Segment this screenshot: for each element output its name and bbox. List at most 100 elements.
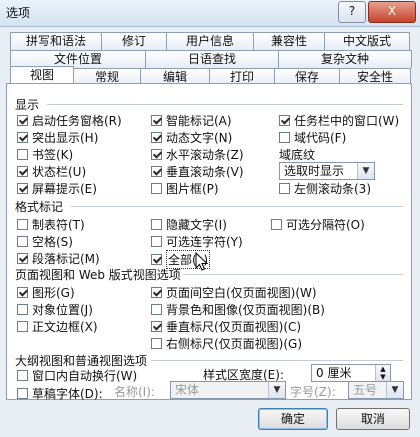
- tab-compatibility[interactable]: 兼容性: [253, 32, 325, 50]
- checkbox-box[interactable]: [17, 370, 28, 381]
- checkbox-box[interactable]: [17, 115, 28, 126]
- checkbox-box[interactable]: [17, 132, 28, 143]
- checkbox-box[interactable]: [151, 115, 162, 126]
- checkbox-box[interactable]: [151, 219, 162, 230]
- status-bar-checkbox[interactable]: 状态栏(U): [17, 163, 86, 180]
- checkbox-box[interactable]: [279, 183, 290, 194]
- dialog-title: 选项: [6, 6, 31, 20]
- startup-task-pane-checkbox[interactable]: 启动任务窗格(R): [17, 112, 122, 129]
- view-options-panel: 显示 启动任务窗格(R) 智能标记(A) 任务栏中的窗口(W) 突出显示(H) …: [6, 83, 412, 402]
- spaces-checkbox[interactable]: 空格(S): [17, 233, 73, 250]
- screen-tips-checkbox[interactable]: 屏幕提示(E): [17, 180, 97, 197]
- optional-hyphens-checkbox[interactable]: 可选连字符(Y): [151, 233, 243, 250]
- print-view-heading: 页面视图和 Web 版式视图选项: [15, 268, 181, 282]
- tab-asian-typography[interactable]: 中文版式: [324, 32, 410, 50]
- cancel-button[interactable]: 取消: [336, 408, 410, 430]
- tab-row-1: 拼写和语法 修订 用户信息 兼容性 中文版式: [10, 32, 410, 50]
- checkbox-box[interactable]: [151, 183, 162, 194]
- chevron-down-icon[interactable]: ▼: [268, 382, 285, 398]
- font-name-select[interactable]: 宋体 ▼: [170, 381, 286, 399]
- checkbox-box[interactable]: [271, 219, 282, 230]
- windows-in-taskbar-checkbox[interactable]: 任务栏中的窗口(W): [279, 112, 399, 129]
- wrap-to-window-checkbox[interactable]: 窗口内自动换行(W): [17, 367, 137, 384]
- field-shading-select[interactable]: 选取时显示 ▼: [279, 162, 375, 180]
- checkbox-box[interactable]: [151, 304, 162, 315]
- outline-view-divider: [151, 360, 403, 361]
- right-ruler-checkbox[interactable]: 右侧标尺(仅页面视图)(G): [151, 335, 302, 352]
- text-boundaries-checkbox[interactable]: 正文边框(X): [17, 318, 98, 335]
- checkbox-box[interactable]: [279, 115, 290, 126]
- font-size-label: 字号(Z):: [290, 385, 336, 399]
- left-scrollbar-checkbox[interactable]: 左侧滚动条(3): [279, 180, 371, 197]
- background-colors-images-checkbox[interactable]: 背景色和图像(仅页面视图)(B): [151, 301, 325, 318]
- chevron-down-icon[interactable]: ▼: [357, 163, 374, 179]
- tab-characters-checkbox[interactable]: 制表符(T): [17, 216, 85, 233]
- optional-breaks-checkbox[interactable]: 可选分隔符(O): [271, 216, 365, 233]
- style-area-width-input[interactable]: 0 厘米 ▲ ▼: [311, 364, 391, 382]
- chevron-down-icon[interactable]: ▼: [386, 382, 403, 398]
- checkbox-box[interactable]: [17, 236, 28, 247]
- checkbox-box[interactable]: [151, 236, 162, 247]
- paragraph-marks-checkbox[interactable]: 段落标记(M): [17, 250, 100, 267]
- vertical-ruler-checkbox[interactable]: 垂直标尺(仅页面视图)(C): [151, 318, 301, 335]
- checkbox-label: 正文边框(X): [32, 320, 98, 334]
- checkbox-label: 图片框(P): [166, 182, 219, 196]
- print-view-divider: [183, 274, 403, 275]
- smart-tags-checkbox[interactable]: 智能标记(A): [151, 112, 232, 129]
- checkbox-label: 任务栏中的窗口(W): [294, 114, 400, 128]
- draft-font-checkbox[interactable]: 草稿字体(D):: [17, 385, 103, 402]
- checkbox-box[interactable]: [17, 321, 28, 332]
- ok-button[interactable]: 确定: [258, 408, 328, 430]
- checkbox-box[interactable]: [17, 149, 28, 160]
- field-codes-checkbox[interactable]: 域代码(F): [279, 129, 346, 146]
- white-space-between-pages-checkbox[interactable]: 页面间空白(仅页面视图)(W): [151, 284, 317, 301]
- checkbox-label: 页面间空白(仅页面视图)(W): [166, 286, 317, 300]
- checkbox-box[interactable]: [151, 166, 162, 177]
- tab-japanese-find[interactable]: 日语查找: [145, 50, 279, 68]
- checkbox-label: 隐藏文字(I): [166, 218, 227, 232]
- bookmarks-checkbox[interactable]: 书签(K): [17, 146, 73, 163]
- checkbox-label: 突出显示(H): [32, 131, 99, 145]
- object-anchors-checkbox[interactable]: 对象位置(J): [17, 301, 93, 318]
- spinner-arrows-icon[interactable]: ▲ ▼: [375, 365, 390, 381]
- checkbox-label: 左侧滚动条(3): [294, 182, 371, 196]
- checkbox-box[interactable]: [151, 132, 162, 143]
- format-marks-heading: 格式标记: [15, 200, 64, 214]
- checkbox-box[interactable]: [17, 388, 28, 399]
- checkbox-label: 制表符(T): [32, 218, 85, 232]
- checkbox-box[interactable]: [17, 183, 28, 194]
- checkbox-box[interactable]: [17, 253, 28, 264]
- drawings-checkbox[interactable]: 图形(G): [17, 284, 75, 301]
- checkbox-box[interactable]: [151, 149, 162, 160]
- horizontal-scrollbar-checkbox[interactable]: 水平滚动条(Z): [151, 146, 244, 163]
- checkbox-box[interactable]: [17, 219, 28, 230]
- select-value: 宋体: [175, 383, 200, 397]
- help-button[interactable]: ?: [338, 1, 366, 23]
- checkbox-box[interactable]: [17, 166, 28, 177]
- checkbox-box[interactable]: [17, 304, 28, 315]
- select-value: 选取时显示: [284, 164, 345, 178]
- checkbox-label: 图形(G): [32, 286, 75, 300]
- tab-complex-scripts[interactable]: 复杂文种: [278, 50, 412, 68]
- tab-revisions[interactable]: 修订: [101, 32, 167, 50]
- tab-spelling-grammar[interactable]: 拼写和语法: [10, 32, 102, 50]
- format-marks-divider: [71, 206, 403, 207]
- checkbox-box[interactable]: [151, 287, 162, 298]
- hidden-text-checkbox[interactable]: 隐藏文字(I): [151, 216, 227, 233]
- checkbox-box[interactable]: [151, 254, 162, 265]
- close-button[interactable]: X: [368, 1, 416, 23]
- checkbox-label: 垂直标尺(仅页面视图)(C): [166, 320, 302, 334]
- highlight-checkbox[interactable]: 突出显示(H): [17, 129, 98, 146]
- checkbox-label: 草稿字体(D):: [32, 387, 103, 401]
- picture-placeholders-checkbox[interactable]: 图片框(P): [151, 180, 219, 197]
- checkbox-box[interactable]: [17, 287, 28, 298]
- font-size-select[interactable]: 五号 ▼: [348, 381, 404, 399]
- tab-user-info[interactable]: 用户信息: [166, 32, 254, 50]
- checkbox-label: 启动任务窗格(R): [32, 114, 122, 128]
- animated-text-checkbox[interactable]: 动态文字(N): [151, 129, 232, 146]
- vertical-scrollbar-checkbox[interactable]: 垂直滚动条(V): [151, 163, 244, 180]
- checkbox-label: 书签(K): [32, 148, 74, 162]
- checkbox-box[interactable]: [279, 132, 290, 143]
- checkbox-box[interactable]: [151, 321, 162, 332]
- checkbox-box[interactable]: [151, 338, 162, 349]
